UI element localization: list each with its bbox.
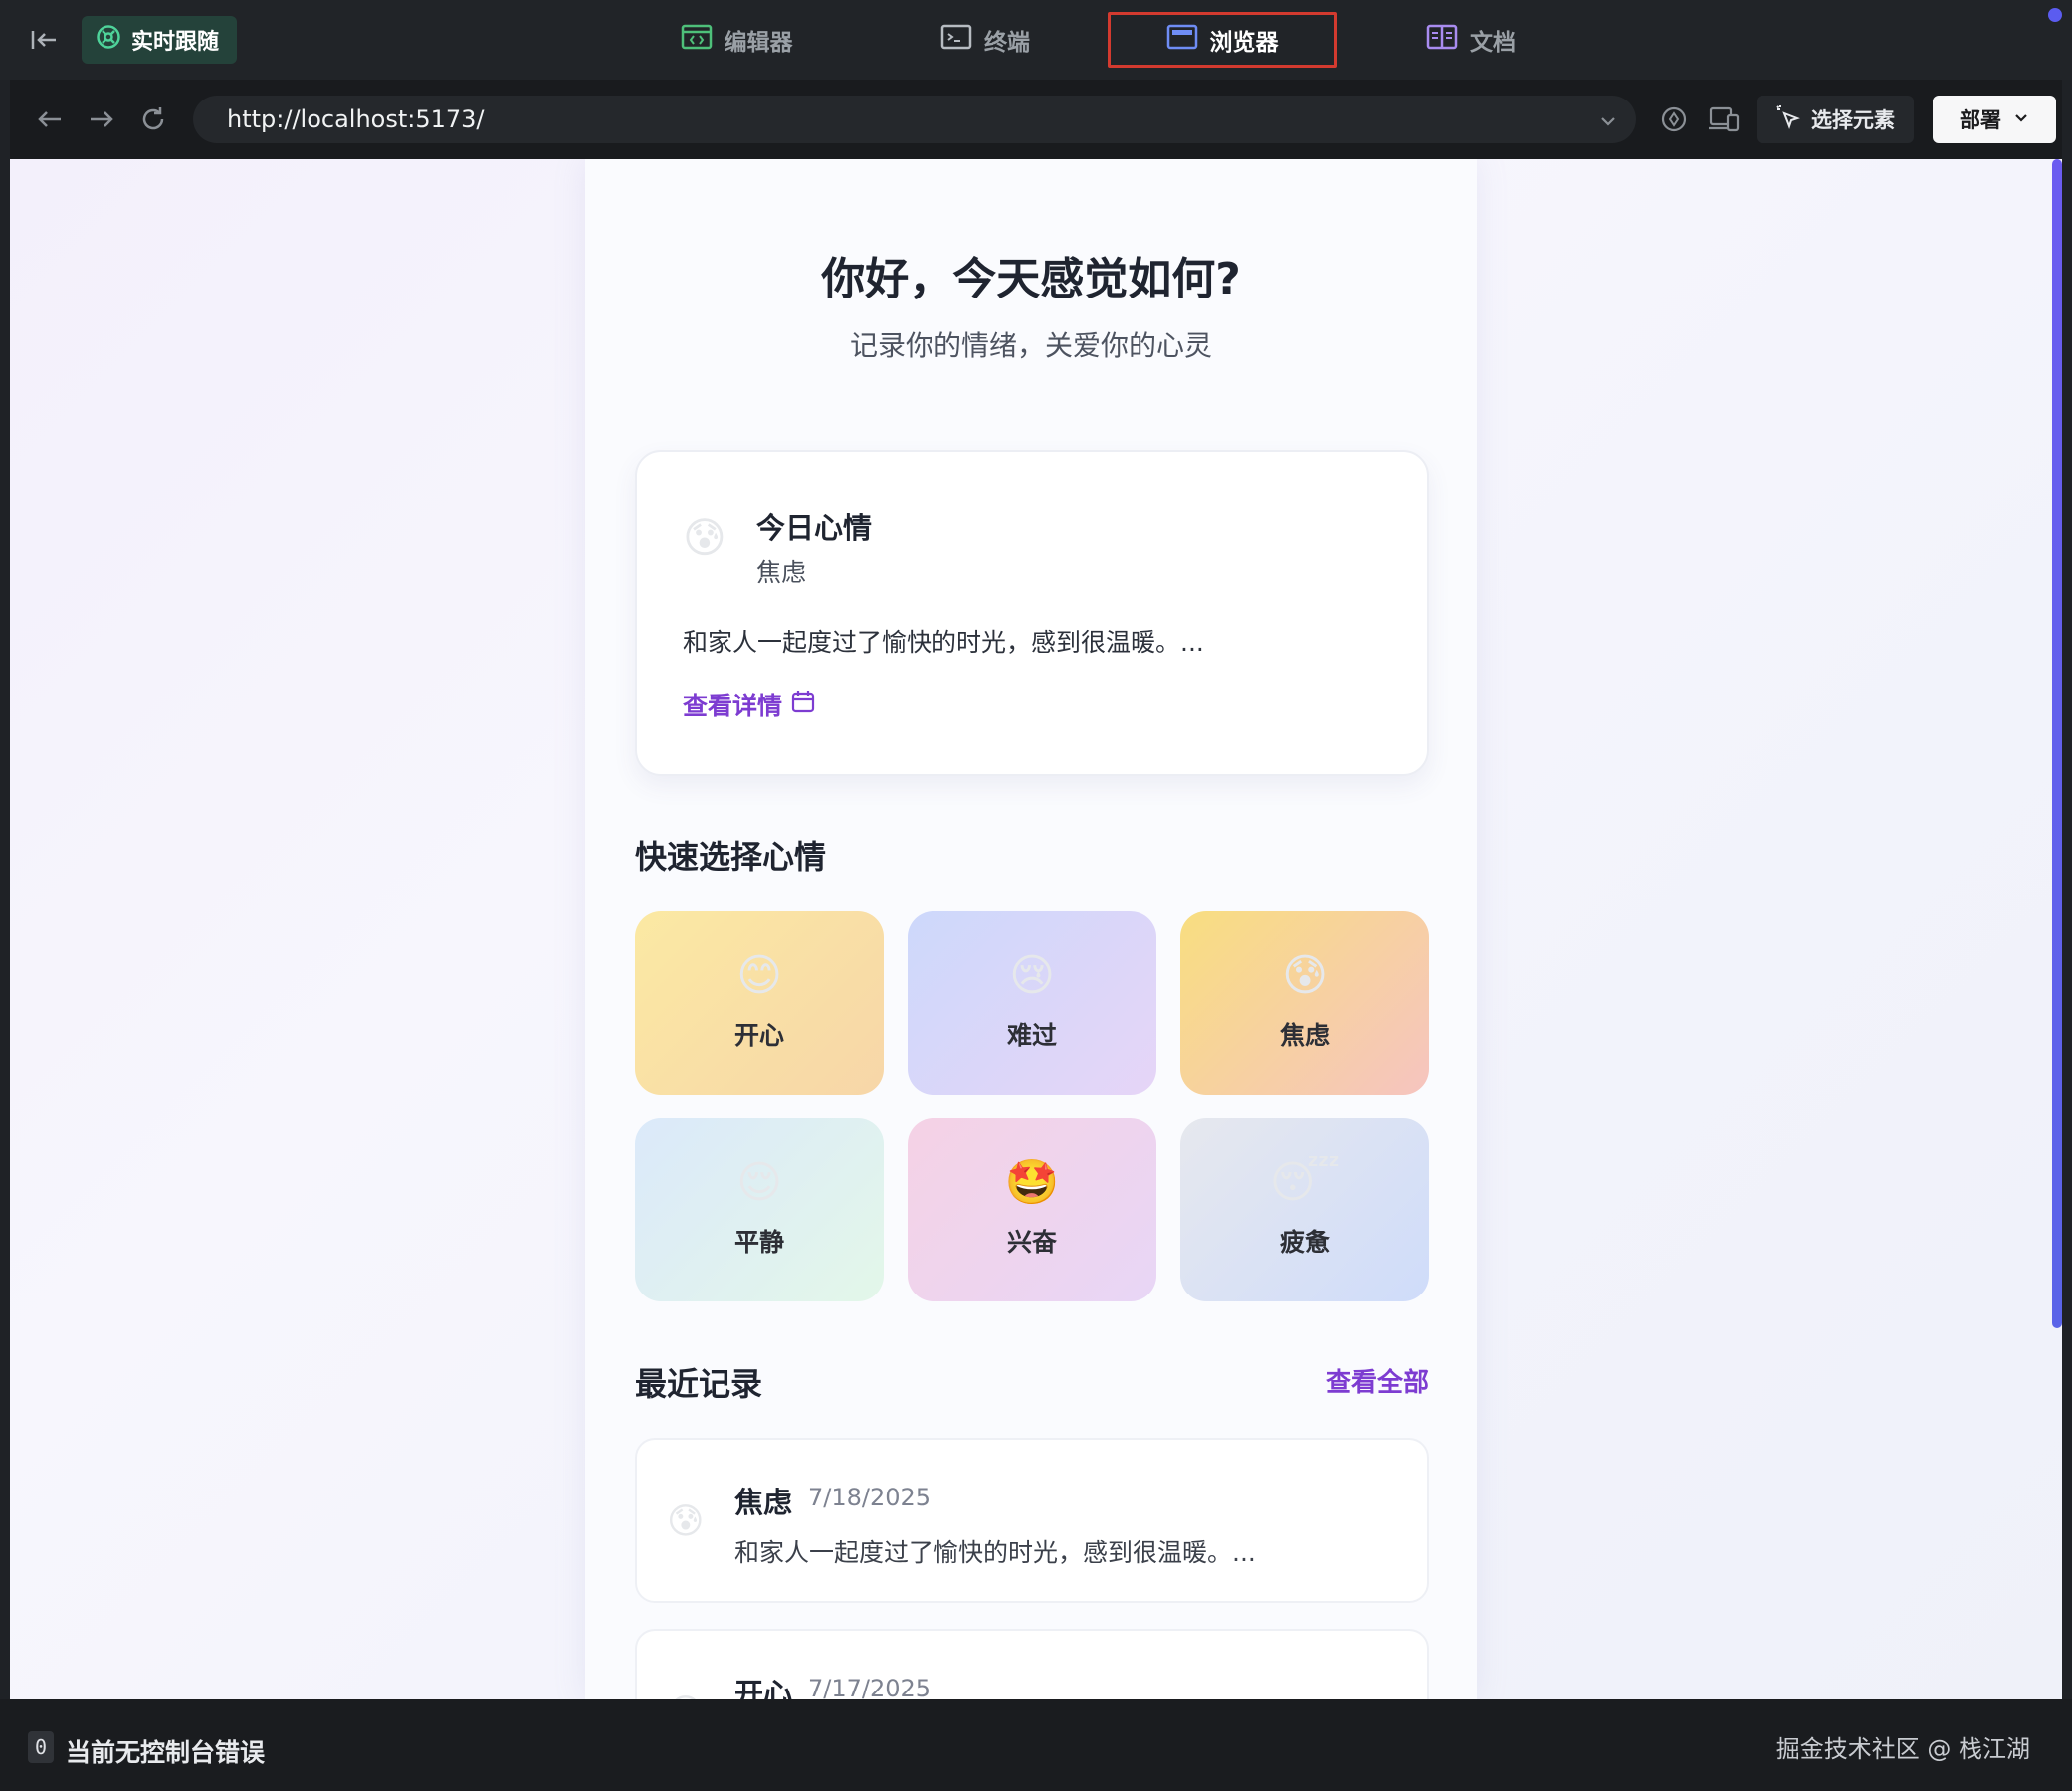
mood-tile-sad[interactable]: 😢 难过 [908,911,1156,1094]
today-mood-value: 焦虑 [756,558,807,587]
url-text: http://localhost:5173/ [227,105,485,133]
browser-toolbar: http://localhost:5173/ 选择元素 部署 [10,80,2062,159]
live-follow-icon [96,24,121,56]
browser-window-icon [1166,24,1198,56]
tab-editor-label: 编辑器 [724,30,793,56]
console-status-bar: 0 当前无控制台错误 掘金技术社区 @ 栈江湖 [0,1699,2072,1791]
live-follow-button[interactable]: 实时跟随 [82,16,237,64]
crying-face-icon: 😢 [1009,950,1055,1001]
book-icon [1426,24,1458,56]
deploy-button[interactable]: 部署 [1933,96,2056,143]
smiling-face-icon: 😊 [736,950,782,1001]
record-date: 7/17/2025 [808,1675,932,1699]
anxious-face-icon: 😰 [683,513,726,562]
mood-tile-excited[interactable]: 🤩 兴奋 [908,1118,1156,1301]
mood-tile-label: 平静 [733,1228,784,1257]
calendar-icon [790,689,816,720]
tab-browser[interactable]: 浏览器 [1108,12,1337,68]
quick-select-heading: 快速选择心情 [635,838,827,876]
mood-tile-label: 难过 [1006,1021,1057,1050]
record-item[interactable]: 😰 焦虑 7/18/2025 和家人一起度过了愉快的时光，感到很温暖。... [635,1438,1429,1603]
record-date: 7/18/2025 [808,1484,932,1511]
tab-terminal-label: 终端 [984,30,1030,56]
mood-tile-tired[interactable]: 😴 疲惫 [1180,1118,1429,1301]
cursor-select-icon [1775,104,1801,135]
select-element-label: 选择元素 [1811,108,1895,132]
star-struck-face-icon: 🤩 [1004,1157,1060,1208]
chevron-down-icon[interactable] [1598,109,1618,137]
terminal-icon [940,24,972,56]
notification-dot [2048,8,2062,22]
error-count-badge: 0 [28,1731,54,1763]
sleeping-face-icon: 😴 [1269,1157,1341,1208]
smiling-face-icon: 😊 [667,1692,705,1699]
record-mood: 开心 [734,1677,793,1699]
live-follow-label: 实时跟随 [131,30,220,55]
tab-browser-label: 浏览器 [1209,30,1279,56]
tab-terminal[interactable]: 终端 [926,12,1045,68]
mood-tile-calm[interactable]: 😌 平静 [635,1118,884,1301]
record-item[interactable]: 😊 开心 7/17/2025 [635,1629,1429,1699]
chevron-down-icon [2013,107,2029,131]
tab-editor[interactable]: 编辑器 [667,12,806,68]
relieved-face-icon: 😌 [736,1157,782,1208]
compass-icon[interactable] [1654,100,1694,139]
forward-arrow-icon[interactable] [82,100,121,139]
record-mood: 焦虑 [734,1486,793,1519]
view-all-link[interactable]: 查看全部 [1326,1362,1429,1399]
anxious-face-icon: 😰 [1282,950,1328,1001]
browser-viewport: 你好，今天感觉如何? 记录你的情绪，关爱你的心灵 😰 今日心情 焦虑 和家人一起… [10,159,2062,1699]
viewport-scrollbar[interactable] [2052,159,2062,1328]
mood-tile-label: 疲惫 [1279,1228,1330,1257]
url-input[interactable]: http://localhost:5173/ [193,96,1636,143]
mood-tile-label: 焦虑 [1279,1021,1330,1050]
page-title: 你好，今天感觉如何? [821,254,1241,304]
view-details-label: 查看详情 [683,692,783,720]
code-window-icon [681,24,713,56]
collapse-sidebar-icon[interactable] [26,22,62,58]
back-arrow-icon[interactable] [30,100,70,139]
tab-docs[interactable]: 文档 [1411,12,1531,68]
mood-tile-label: 兴奋 [1006,1228,1057,1257]
select-element-button[interactable]: 选择元素 [1757,96,1914,143]
watermark-text: 掘金技术社区 @ 栈江湖 [1775,1735,2030,1763]
tab-docs-label: 文档 [1470,30,1516,56]
mood-tile-happy[interactable]: 😊 开心 [635,911,884,1094]
view-details-link[interactable]: 查看详情 [683,687,816,722]
mood-tile-label: 开心 [733,1021,784,1050]
today-mood-card: 😰 今日心情 焦虑 和家人一起度过了愉快的时光，感到很温暖。... 查看详情 [635,450,1429,776]
reload-icon[interactable] [133,100,173,139]
today-mood-note: 和家人一起度过了愉快的时光，感到很温暖。... [683,628,1204,657]
mood-app: 你好，今天感觉如何? 记录你的情绪，关爱你的心灵 😰 今日心情 焦虑 和家人一起… [585,159,1477,1699]
console-status-text: 当前无控制台错误 [66,1738,266,1767]
anxious-face-icon: 😰 [667,1501,705,1542]
page-subtitle: 记录你的情绪，关爱你的心灵 [849,329,1212,362]
today-mood-heading: 今日心情 [756,511,873,545]
deploy-label: 部署 [1960,108,2001,132]
responsive-devices-icon[interactable] [1704,100,1744,139]
top-bar: 实时跟随 编辑器 终端 浏览器 文档 [0,0,2072,80]
mood-tile-anxious[interactable]: 😰 焦虑 [1180,911,1429,1094]
record-note: 和家人一起度过了愉快的时光，感到很温暖。... [734,1538,1256,1567]
recent-records-heading: 最近记录 [635,1365,763,1403]
